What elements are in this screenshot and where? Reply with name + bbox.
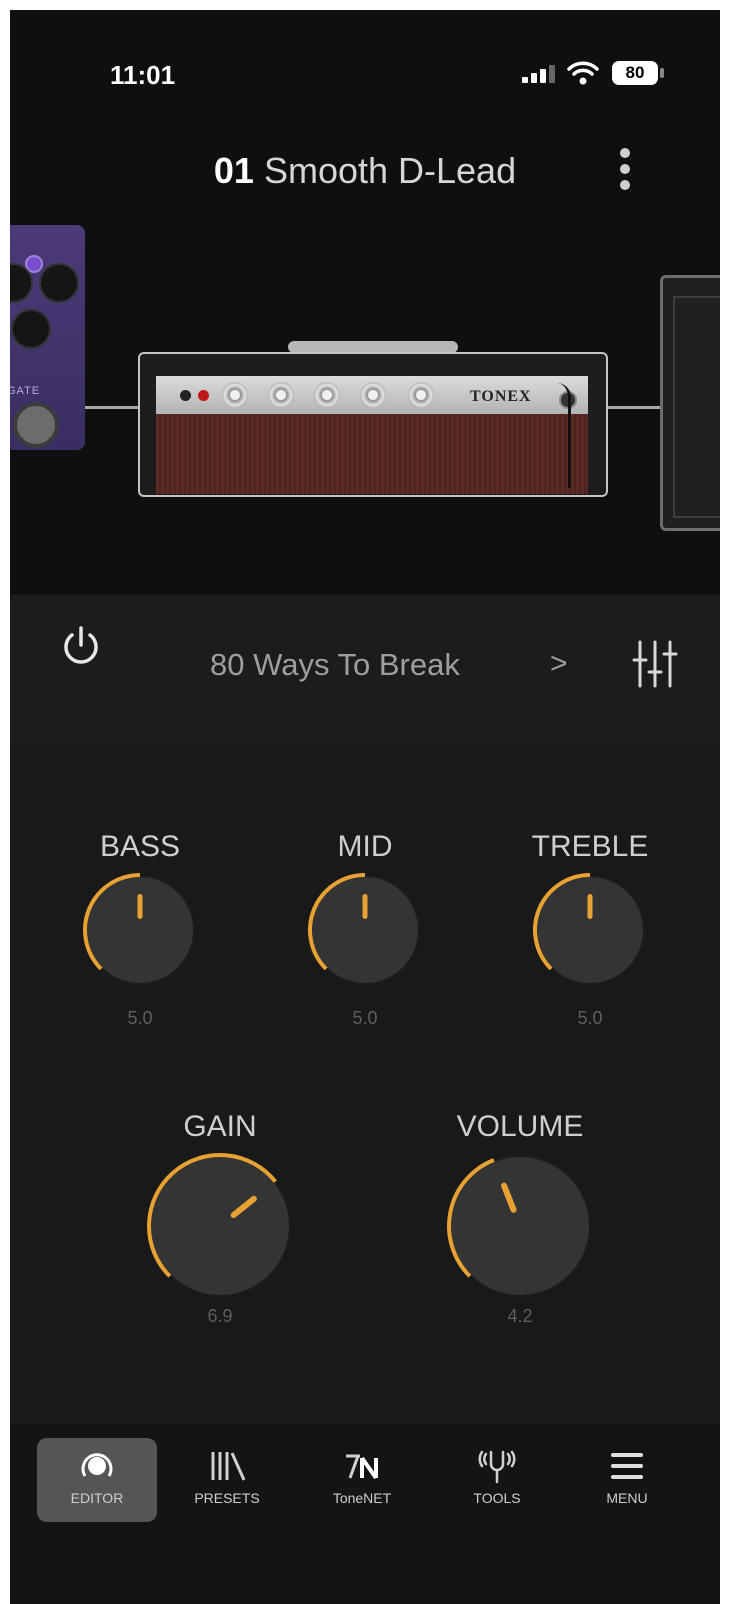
tab-menu[interactable]: MENU	[567, 1438, 687, 1522]
signal-chain-stage: 11:01 80 01 Smooth D-Lead GATE TONEX	[10, 10, 720, 595]
pedal-knob	[11, 309, 51, 349]
amp-power-led-icon	[198, 390, 209, 401]
editor-knob-icon	[81, 1453, 113, 1477]
cable-pedal-amp	[85, 406, 140, 409]
amp-head[interactable]: TONEX	[138, 341, 608, 497]
gain-knob[interactable]	[134, 1137, 306, 1309]
pedal-label: GATE	[10, 385, 41, 397]
battery-indicator: 80	[612, 61, 658, 85]
more-options-icon[interactable]	[615, 148, 635, 194]
tuning-fork-icon	[478, 1450, 516, 1484]
chevron-right-icon[interactable]: >	[550, 647, 568, 681]
tab-presets[interactable]: PRESETS	[167, 1438, 287, 1522]
amp-knob	[408, 382, 434, 408]
cellular-signal-icon	[522, 65, 555, 83]
pedal-footswitch	[13, 402, 59, 448]
mid-knob[interactable]	[295, 857, 435, 997]
preset-number: 01	[213, 150, 254, 191]
amp-grill	[156, 414, 588, 494]
tab-label: EDITOR	[70, 1490, 124, 1506]
bass-knob[interactable]	[70, 857, 210, 997]
tab-label: ToneNET	[332, 1490, 392, 1506]
pedal-knob	[39, 263, 79, 303]
wifi-icon	[567, 61, 599, 85]
tab-label: PRESETS	[194, 1490, 260, 1506]
amp-knob	[222, 382, 248, 408]
amp-knob	[314, 382, 340, 408]
power-icon[interactable]	[57, 622, 105, 670]
mid-value: 5.0	[352, 1008, 378, 1028]
amp-model-name[interactable]: 80 Ways To Break	[210, 647, 530, 683]
amp-knob	[360, 382, 386, 408]
amp-control-panel: TONEX	[156, 376, 588, 414]
cable-amp-cab	[604, 406, 662, 409]
tonenet-logo-icon	[346, 1454, 378, 1480]
app-screen: 11:01 80 01 Smooth D-Lead GATE TONEX 80 …	[10, 10, 720, 1604]
amp-knob	[268, 382, 294, 408]
speaker-cabinet[interactable]	[660, 275, 720, 531]
treble-knob[interactable]	[520, 857, 660, 997]
volume-value: 4.2	[507, 1306, 533, 1326]
preset-title[interactable]: 01 Smooth D-Lead	[10, 150, 720, 192]
preset-name: Smooth D-Lead	[263, 150, 517, 191]
gate-pedal[interactable]: GATE	[10, 225, 85, 450]
tab-label: MENU	[606, 1490, 648, 1506]
treble-value: 5.0	[577, 1008, 603, 1028]
tab-tonenet[interactable]: ToneNET	[302, 1438, 422, 1522]
amp-jack-icon	[180, 390, 191, 401]
battery-nub	[660, 68, 664, 78]
gain-value: 6.9	[207, 1306, 233, 1326]
mixer-sliders-icon[interactable]	[630, 638, 680, 690]
hamburger-menu-icon	[611, 1453, 643, 1479]
bass-value: 5.0	[127, 1008, 153, 1028]
guitar-cable	[550, 383, 571, 488]
tab-label: TOOLS	[473, 1490, 521, 1506]
tab-editor[interactable]: EDITOR	[37, 1438, 157, 1522]
presets-library-icon	[211, 1452, 246, 1481]
volume-knob[interactable]	[434, 1137, 606, 1309]
amp-brand-logo: TONEX	[470, 388, 532, 405]
status-time: 11:01	[110, 60, 176, 90]
tab-tools[interactable]: TOOLS	[437, 1438, 557, 1522]
